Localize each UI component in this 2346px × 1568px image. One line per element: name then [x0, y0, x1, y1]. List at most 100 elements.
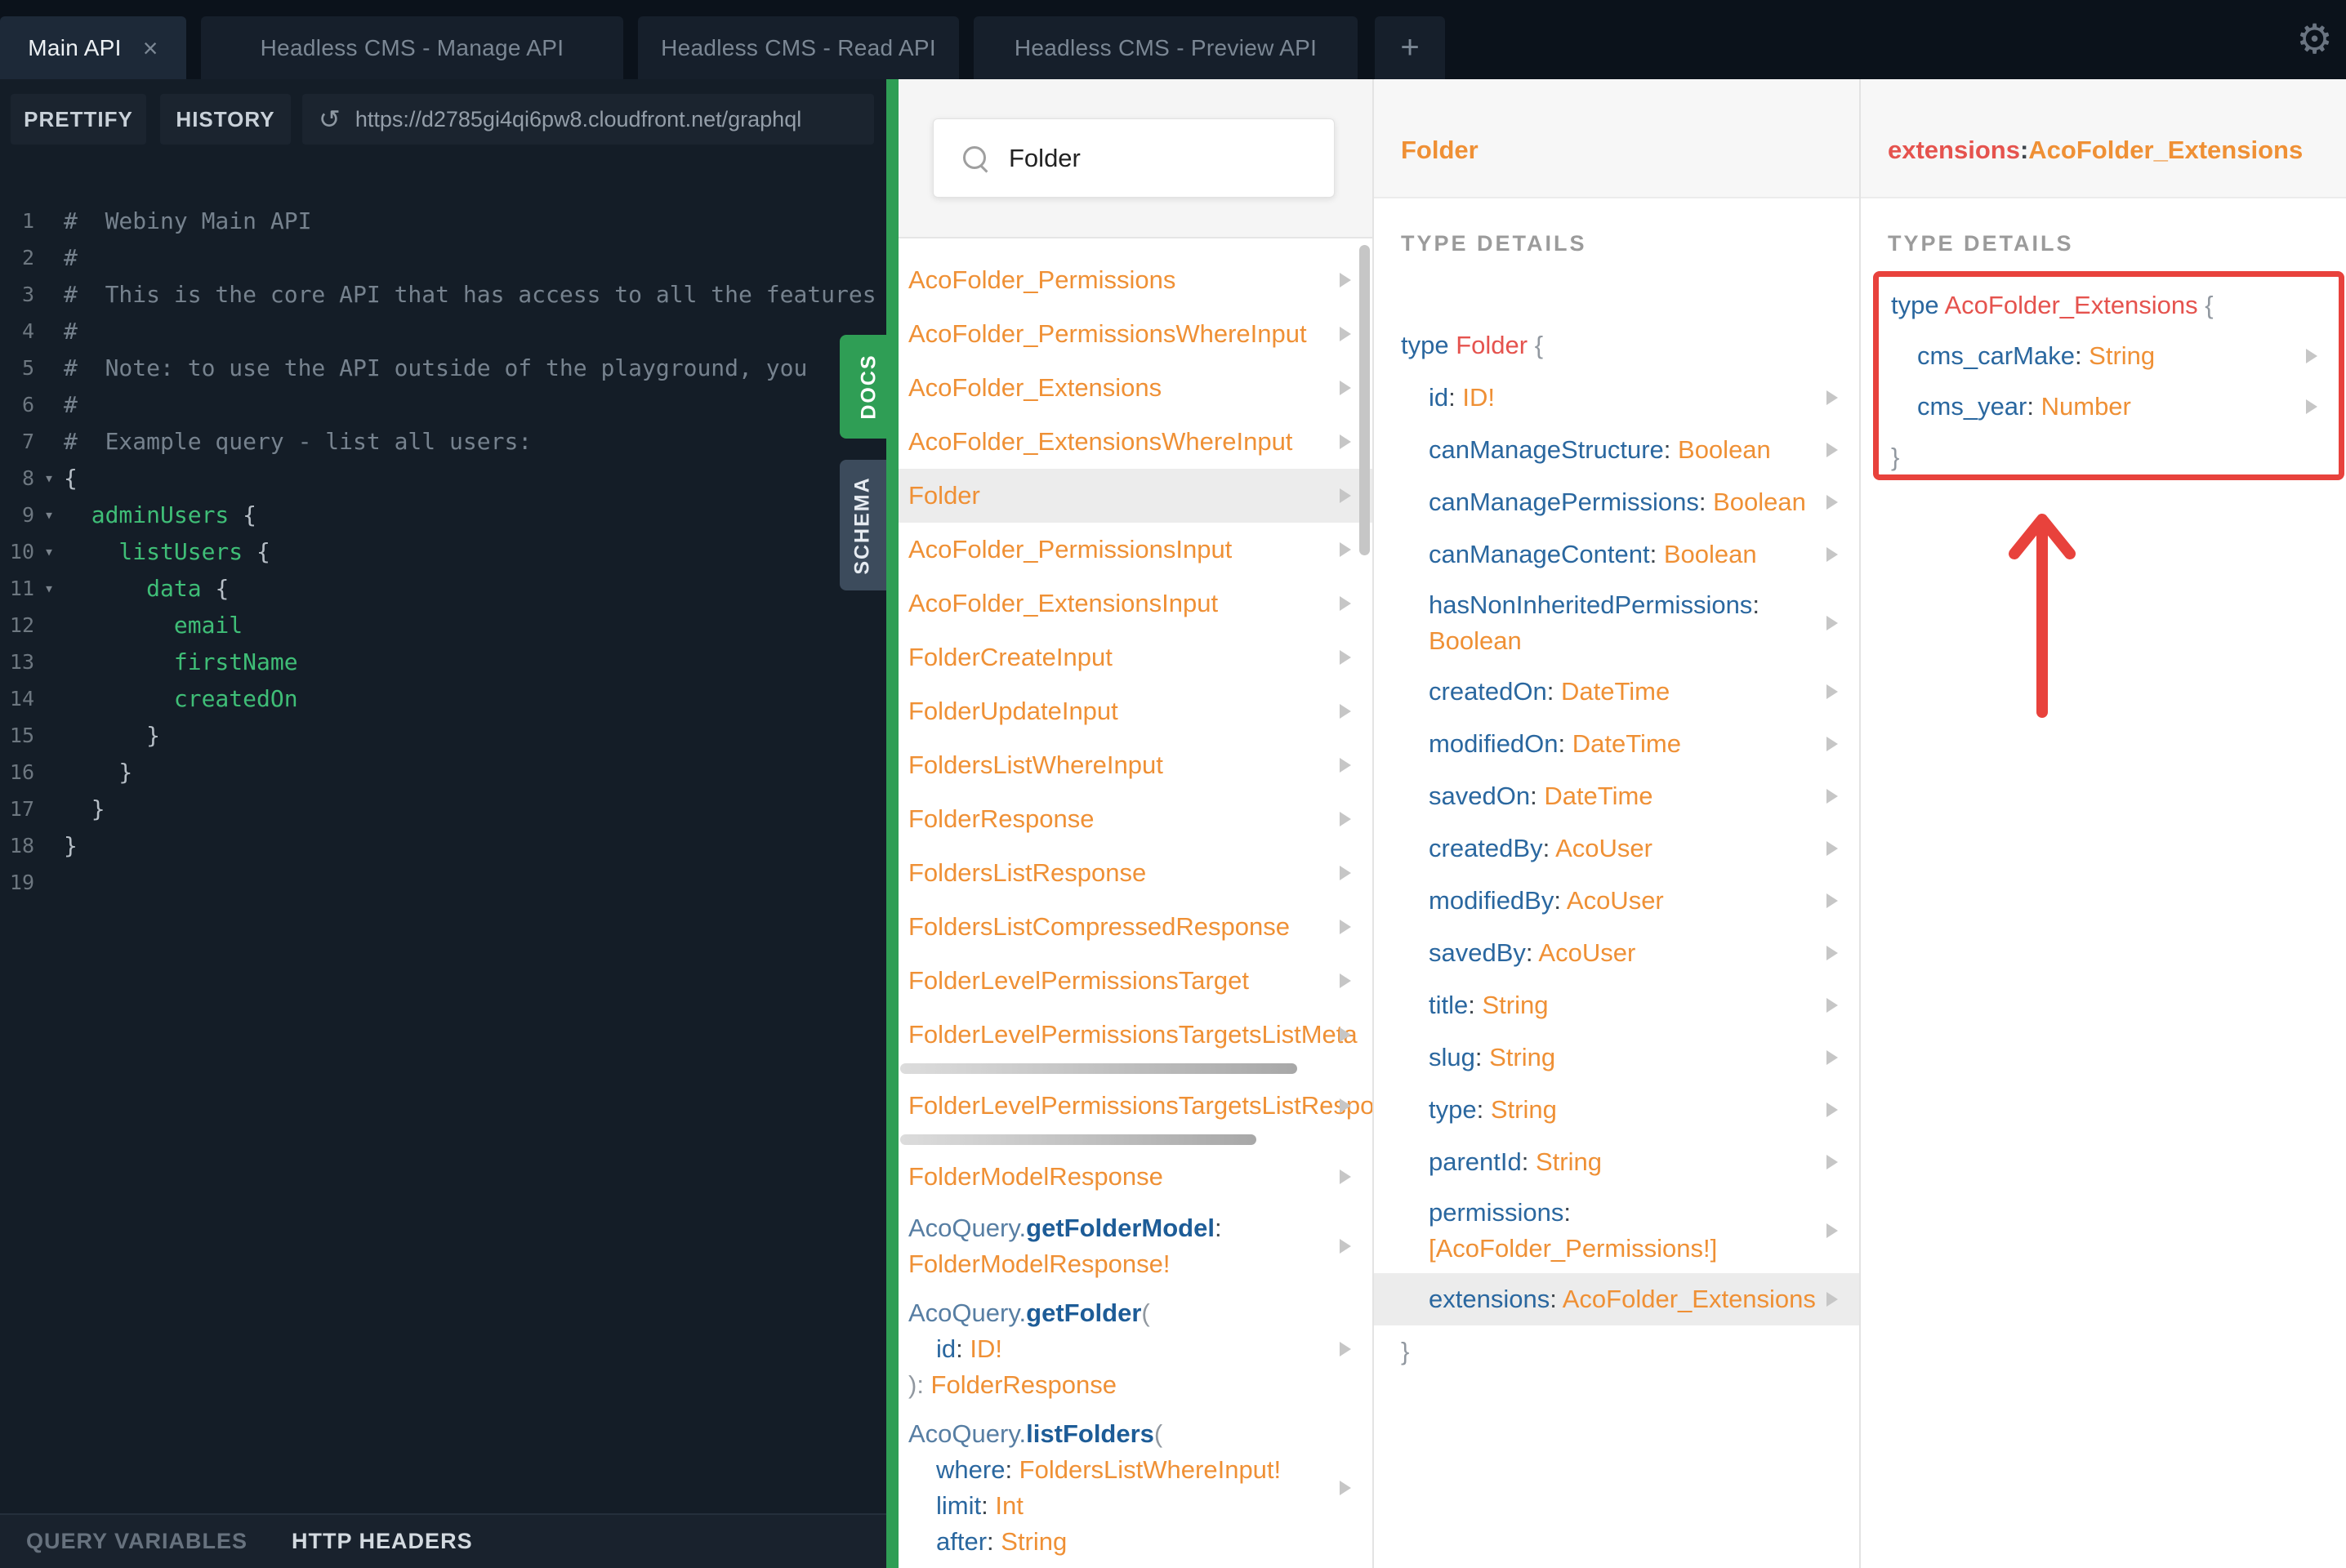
settings-gear-icon[interactable]: ⚙: [2296, 8, 2333, 71]
doc-list-item[interactable]: FolderModelResponse: [899, 1150, 1372, 1204]
editor-line[interactable]: 6 #: [0, 386, 886, 423]
editor-line[interactable]: 18}: [0, 827, 886, 864]
syntax-segment: cms_year: [1917, 392, 2027, 421]
endpoint-url-input[interactable]: ↺ https://d2785gi4qi6pw8.cloudfront.net/…: [302, 94, 874, 145]
syntax-segment: id: [1429, 383, 1449, 412]
extension-field-row[interactable]: cms_carMake: String: [1879, 331, 2339, 381]
expand-caret-icon: [1826, 495, 1838, 510]
query-editor[interactable]: 1 # Webiny Main API 2 #3 # This is the core …: [0, 203, 886, 901]
editor-line[interactable]: 11 ▾ data {: [0, 570, 886, 607]
type-field-row[interactable]: createdBy: AcoUser: [1374, 822, 1859, 875]
type-field-row[interactable]: permissions: [AcoFolder_Permissions!]: [1374, 1188, 1859, 1273]
doc-list-item[interactable]: AcoQuery.getFolderModel: FolderModelRespo…: [899, 1204, 1372, 1289]
doc-list-item[interactable]: AcoFolder_PermissionsInput: [899, 523, 1372, 577]
doc-list-item[interactable]: FolderLevelPermissionsTarget: [899, 954, 1372, 1008]
search-input[interactable]: Folder: [933, 118, 1335, 198]
line-number: 1: [21, 209, 34, 233]
editor-line[interactable]: 9 ▾ adminUsers {: [0, 497, 886, 533]
type-field-row[interactable]: title: String: [1374, 979, 1859, 1031]
editor-line[interactable]: 4 #: [0, 313, 886, 350]
fold-caret-icon[interactable]: ▾: [34, 460, 64, 497]
type-field-row[interactable]: savedBy: AcoUser: [1374, 927, 1859, 979]
add-tab-button[interactable]: +: [1375, 16, 1445, 79]
doc-list-item[interactable]: AcoFolder_Extensions: [899, 361, 1372, 415]
doc-list-item[interactable]: AcoFolder_ExtensionsInput: [899, 577, 1372, 630]
tab-headless-cms-preview-api[interactable]: Headless CMS - Preview API: [974, 16, 1358, 79]
line-number: 9: [21, 503, 34, 527]
doc-list-item[interactable]: AcoFolder_ExtensionsWhereInput: [899, 415, 1372, 469]
endpoint-url: https://d2785gi4qi6pw8.cloudfront.net/gr…: [355, 106, 802, 131]
editor-line[interactable]: 3 # This is the core API that has access …: [0, 276, 886, 313]
type-field-row[interactable]: hasNonInheritedPermissions: Boolean: [1374, 581, 1859, 666]
prettify-button[interactable]: PRETTIFY: [11, 94, 146, 145]
editor-line[interactable]: 5 # Note: to use the API outside of the p…: [0, 350, 886, 386]
syntax-segment: data: [64, 575, 216, 602]
fold-caret-icon[interactable]: ▾: [34, 570, 64, 607]
fold-caret-icon[interactable]: ▾: [34, 533, 64, 570]
type-field-row[interactable]: canManageStructure: Boolean: [1374, 424, 1859, 476]
type-field-row[interactable]: modifiedBy: AcoUser: [1374, 875, 1859, 927]
doc-list-item[interactable]: FolderCreateInput: [899, 630, 1372, 684]
doc-list-item[interactable]: FoldersListResponse: [899, 846, 1372, 900]
doc-list-item[interactable]: AcoFolder_Permissions: [899, 253, 1372, 307]
reload-icon[interactable]: ↺: [319, 104, 341, 135]
editor-line[interactable]: 2 #: [0, 239, 886, 276]
horizontal-scrollbar[interactable]: [900, 1063, 1297, 1074]
doc-list-item[interactable]: FolderLevelPermissionsTargetsListMeta: [899, 1008, 1372, 1062]
tab-headless-cms-manage-api[interactable]: Headless CMS - Manage API: [201, 16, 623, 79]
fold-gutter: [34, 827, 64, 864]
type-field-row[interactable]: slug: String: [1374, 1031, 1859, 1084]
editor-line[interactable]: 8 ▾{: [0, 460, 886, 497]
syntax-segment: AcoFolder_Permissions: [908, 265, 1176, 294]
tab-headless-cms-read-api[interactable]: Headless CMS - Read API: [638, 16, 959, 79]
pane-divider[interactable]: [886, 79, 899, 1568]
doc-list-item[interactable]: Folder: [899, 469, 1372, 523]
type-field-row[interactable]: }: [1374, 1325, 1859, 1378]
type-field-row[interactable]: parentId: String: [1374, 1136, 1859, 1188]
type-field-row[interactable]: createdOn: DateTime: [1374, 666, 1859, 718]
editor-line[interactable]: 19: [0, 864, 886, 901]
extension-field-row[interactable]: type AcoFolder_Extensions {: [1879, 280, 2339, 331]
close-icon[interactable]: ×: [143, 35, 158, 61]
editor-line[interactable]: 15 }: [0, 717, 886, 754]
doc-list-item[interactable]: FoldersListCompressedResponse: [899, 900, 1372, 954]
type-field-row[interactable]: canManagePermissions: Boolean: [1374, 476, 1859, 528]
type-field-row[interactable]: modifiedOn: DateTime: [1374, 718, 1859, 770]
vertical-scrollbar[interactable]: [1359, 245, 1370, 555]
doc-list-item[interactable]: AcoFolder_PermissionsWhereInput: [899, 307, 1372, 361]
syntax-segment: AcoFolder_PermissionsInput: [908, 535, 1233, 564]
docs-side-tab[interactable]: DOCS: [840, 335, 899, 439]
editor-line[interactable]: 16 }: [0, 754, 886, 791]
type-field-row[interactable]: type: String: [1374, 1084, 1859, 1136]
http-headers-tab[interactable]: HTTP HEADERS: [292, 1529, 473, 1554]
type-field-row[interactable]: savedOn: DateTime: [1374, 770, 1859, 822]
editor-line[interactable]: 1 # Webiny Main API: [0, 203, 886, 239]
editor-line[interactable]: 14 createdOn: [0, 680, 886, 717]
doc-list-item[interactable]: FolderLevelPermissionsTargetsListRespons…: [899, 1079, 1372, 1133]
doc-list-item[interactable]: FoldersListWhereInput: [899, 738, 1372, 792]
type-field-row[interactable]: type Folder {: [1374, 319, 1859, 372]
editor-line[interactable]: 17 }: [0, 791, 886, 827]
doc-list-item[interactable]: AcoQuery.listFolders(where: FoldersListW…: [899, 1410, 1372, 1566]
fold-caret-icon[interactable]: ▾: [34, 497, 64, 533]
editor-line[interactable]: 13 firstName: [0, 644, 886, 680]
expand-caret-icon: [1340, 1342, 1351, 1356]
horizontal-scrollbar[interactable]: [900, 1134, 1256, 1145]
query-variables-tab[interactable]: QUERY VARIABLES: [26, 1529, 248, 1554]
editor-line[interactable]: 12 email: [0, 607, 886, 644]
editor-line[interactable]: 7 # Example query - list all users:: [0, 423, 886, 460]
syntax-segment: Boolean: [1670, 435, 1771, 464]
tab-main-api[interactable]: Main API ×: [0, 16, 186, 79]
schema-side-tab[interactable]: SCHEMA: [840, 460, 886, 590]
type-field-row[interactable]: canManageContent: Boolean: [1374, 528, 1859, 581]
editor-line[interactable]: 10 ▾ listUsers {: [0, 533, 886, 570]
doc-list-item[interactable]: FolderUpdateInput: [899, 684, 1372, 738]
doc-list-item[interactable]: AcoQuery.getFolder(id: ID!): FolderRespo…: [899, 1289, 1372, 1410]
type-field-row[interactable]: id: ID!: [1374, 372, 1859, 424]
history-button[interactable]: HISTORY: [160, 94, 291, 145]
type-field-row[interactable]: extensions: AcoFolder_Extensions: [1374, 1273, 1859, 1325]
extension-field-row[interactable]: cms_year: Number: [1879, 381, 2339, 432]
extension-field-row[interactable]: }: [1879, 432, 2339, 483]
doc-list-item[interactable]: FolderResponse: [899, 792, 1372, 846]
syntax-segment: FolderLevelPermissionsTarget: [908, 966, 1249, 995]
